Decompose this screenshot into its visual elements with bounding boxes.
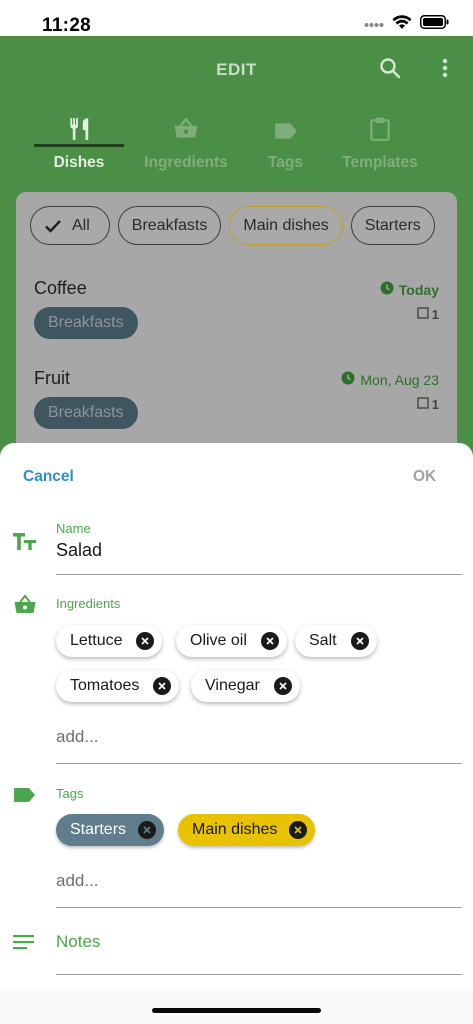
cellular-signal-icon: [364, 15, 384, 33]
edit-dish-sheet: Cancel OK Name Salad Ingredients Lettuce…: [0, 443, 473, 1024]
page-title: EDIT: [216, 60, 257, 79]
remove-icon[interactable]: [350, 632, 369, 650]
filter-chip-breakfasts[interactable]: Breakfasts: [117, 206, 222, 245]
battery-icon: [420, 14, 449, 34]
wifi-icon: [392, 14, 412, 35]
ingredient-chip[interactable]: Tomatoes: [56, 670, 180, 702]
dish-name: Fruit: [34, 368, 70, 388]
status-bar: 11:28: [0, 0, 473, 36]
tags-underline: [56, 907, 462, 908]
tab-tags[interactable]: Tags: [258, 110, 313, 186]
notes-icon: [12, 933, 36, 956]
tab-indicator: [34, 144, 124, 147]
fork-knife-icon: [34, 110, 124, 142]
remove-icon[interactable]: [289, 821, 308, 839]
remove-icon[interactable]: [138, 821, 157, 839]
tag-icon: [258, 110, 313, 142]
basket-icon: [12, 593, 38, 622]
notes-input[interactable]: Notes: [56, 932, 100, 952]
dish-count: 1: [417, 307, 439, 322]
filter-chip-starters[interactable]: Starters: [350, 206, 435, 245]
ingredient-chip[interactable]: Salt: [295, 625, 377, 657]
dish-date: Today: [380, 281, 439, 298]
ingredient-chip[interactable]: Olive oil: [176, 625, 287, 657]
ok-button[interactable]: OK: [413, 468, 436, 486]
clock-icon: [341, 371, 355, 388]
tab-templates[interactable]: Templates: [338, 110, 422, 186]
check-icon: [44, 219, 62, 233]
name-underline: [56, 574, 462, 575]
status-time: 11:28: [42, 15, 92, 36]
remove-icon[interactable]: [260, 632, 279, 650]
basket-icon: [136, 110, 236, 142]
home-indicator[interactable]: [152, 1008, 321, 1013]
tag-chip-main-dishes[interactable]: Main dishes: [178, 814, 316, 846]
app-bar: EDIT Dishes Ingredients Tags Templates: [0, 36, 473, 186]
search-icon[interactable]: [378, 56, 402, 85]
remove-icon[interactable]: [273, 677, 292, 695]
more-vert-icon[interactable]: [436, 56, 454, 85]
square-icon: [417, 397, 429, 412]
add-ingredient-input[interactable]: add...: [56, 727, 99, 747]
tag-icon: [12, 786, 38, 809]
cancel-button[interactable]: Cancel: [23, 468, 74, 486]
ingredients-underline: [56, 763, 462, 764]
dish-count: 1: [417, 397, 439, 412]
remove-icon[interactable]: [153, 677, 172, 695]
ingredients-label: Ingredients: [56, 596, 121, 611]
filter-chips: All Breakfasts Main dishes Starters: [30, 206, 435, 245]
filter-chip-main-dishes[interactable]: Main dishes: [229, 206, 343, 245]
dish-date: Mon, Aug 23: [341, 371, 439, 388]
name-label: Name: [56, 521, 91, 536]
dish-name: Coffee: [34, 278, 87, 298]
dish-list-card: All Breakfasts Main dishes Starters Coff…: [16, 192, 457, 456]
square-icon: [417, 307, 429, 322]
tab-ingredients[interactable]: Ingredients: [136, 110, 236, 186]
filter-chip-all[interactable]: All: [30, 206, 110, 245]
dish-tag: Breakfasts: [34, 397, 138, 429]
ingredient-chip[interactable]: Lettuce: [56, 625, 163, 657]
tab-dishes[interactable]: Dishes: [34, 110, 124, 186]
remove-icon[interactable]: [136, 632, 155, 650]
tags-label: Tags: [56, 786, 84, 801]
clipboard-icon: [338, 110, 422, 142]
tag-chip-starters[interactable]: Starters: [56, 814, 165, 846]
ingredient-chip[interactable]: Vinegar: [191, 670, 300, 702]
add-tag-input[interactable]: add...: [56, 871, 99, 891]
tab-bar: Dishes Ingredients Tags Templates: [0, 110, 473, 186]
clock-icon: [380, 281, 394, 298]
notes-underline: [56, 974, 462, 975]
name-input[interactable]: Salad: [56, 540, 102, 561]
dish-tag: Breakfasts: [34, 307, 138, 339]
text-fields-icon: [12, 531, 38, 558]
